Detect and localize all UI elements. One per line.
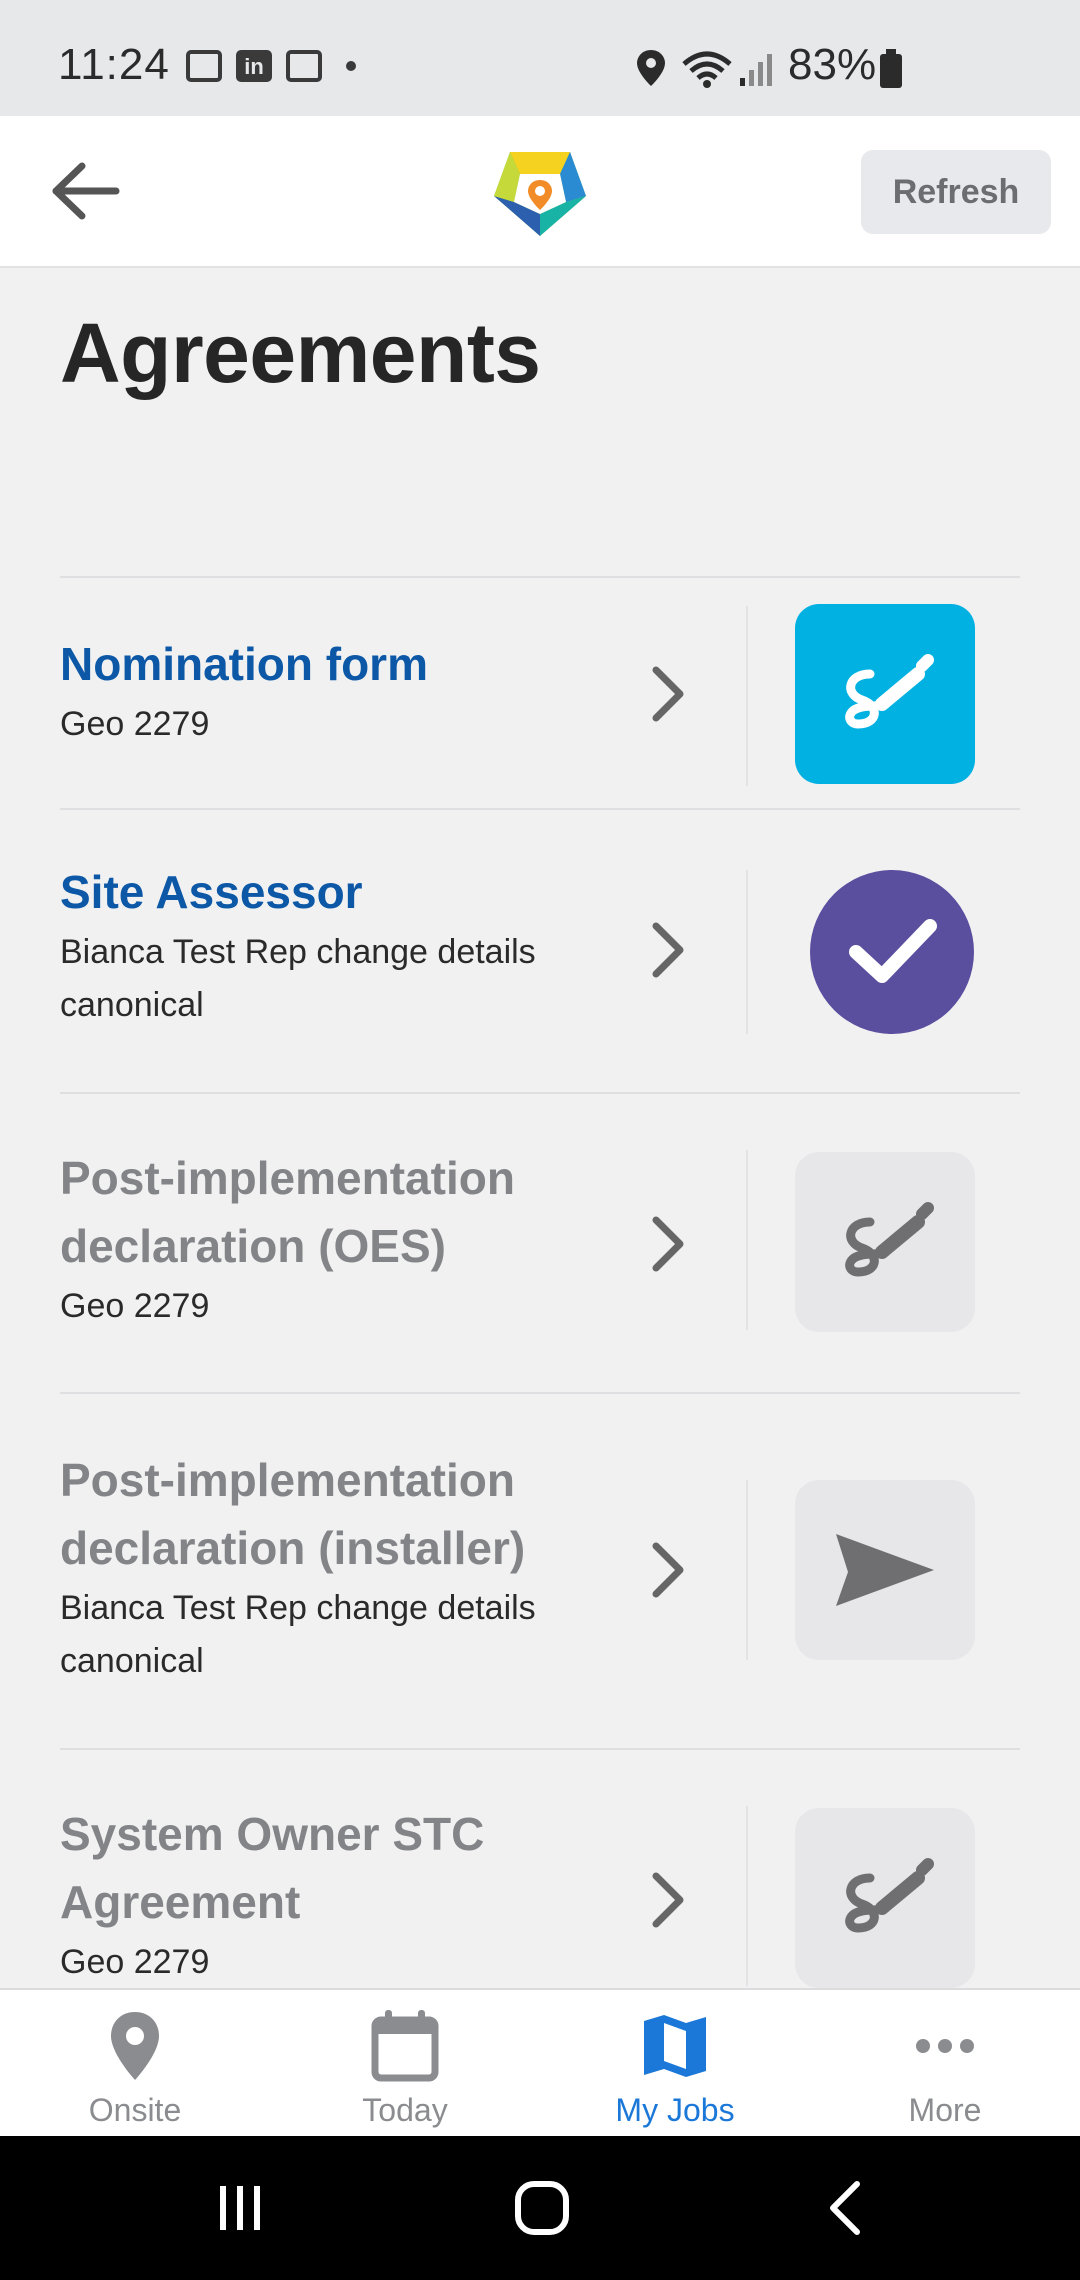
chevron-right-icon[interactable]	[646, 1214, 690, 1274]
agreement-text: Post-implementation declaration (install…	[60, 1446, 620, 1688]
nav-label: Onsite	[88, 2092, 182, 2128]
status-time: 11:24	[58, 40, 170, 89]
sign-button[interactable]	[795, 1152, 975, 1332]
linkedin-icon: in	[236, 50, 272, 82]
nav-label: More	[908, 2092, 982, 2128]
agreement-text: Site Assessor Bianca Test Rep change det…	[60, 858, 620, 1032]
vertical-separator	[746, 1150, 748, 1330]
back-button[interactable]	[46, 156, 126, 226]
nav-label: My Jobs	[615, 2092, 735, 2128]
battery-percentage: 83%	[788, 40, 877, 89]
chevron-left-icon	[830, 2181, 860, 2235]
chevron-right-icon[interactable]	[646, 920, 690, 980]
chevron-right-icon[interactable]	[646, 1540, 690, 1600]
agreement-subtitle: Geo 2279	[60, 705, 210, 743]
home-button[interactable]	[502, 2170, 582, 2246]
sign-button[interactable]	[795, 1808, 975, 1988]
recent-apps-button[interactable]	[200, 2170, 280, 2246]
app-logo	[490, 144, 590, 240]
agreement-text: Nomination form Geo 2279	[60, 630, 620, 751]
vertical-separator	[746, 606, 748, 786]
agreement-title: Post-implementation declaration (OES)	[60, 1152, 515, 1272]
app-header: Refresh	[0, 116, 1080, 268]
wifi-icon	[682, 51, 732, 88]
agreements-screen: 11:24 in 83% Refresh Agreements Nominati…	[0, 0, 1080, 2280]
status-bar: 11:24 in 83%	[0, 0, 1080, 116]
agreement-text: Post-implementation declaration (OES) Ge…	[60, 1144, 620, 1333]
nav-my-jobs[interactable]: My Jobs	[540, 1990, 810, 2138]
nav-label: Today	[362, 2092, 448, 2128]
bottom-navigation: Onsite Today My Jobs More	[0, 1988, 1080, 2136]
chevron-right-icon[interactable]	[646, 1870, 690, 1930]
signal-icon	[740, 54, 772, 86]
sign-icon	[845, 1858, 934, 1933]
calendar-icon	[365, 2006, 445, 2086]
agreement-title: Site Assessor	[60, 866, 363, 918]
agreement-subtitle: Bianca Test Rep change details canonical	[60, 1589, 536, 1680]
nav-today[interactable]: Today	[270, 1990, 540, 2138]
sign-button[interactable]	[795, 604, 975, 784]
more-dots-icon	[905, 2006, 985, 2086]
completed-check-button[interactable]	[810, 870, 974, 1034]
app-logo-icon	[494, 152, 586, 236]
agreement-subtitle: Geo 2279	[60, 1287, 210, 1325]
sign-icon	[845, 654, 934, 729]
system-navigation-bar	[0, 2136, 1080, 2280]
agreements-list: Nomination form Geo 2279 Site Assessor B…	[60, 576, 1020, 2050]
notification-icons: in	[186, 50, 356, 82]
vertical-separator	[746, 1480, 748, 1660]
chevron-right-icon[interactable]	[646, 664, 690, 724]
send-button[interactable]	[795, 1480, 975, 1660]
outlook-icon	[186, 50, 222, 82]
system-back-button[interactable]	[806, 2170, 886, 2246]
recent-apps-icon	[220, 2186, 260, 2230]
vertical-separator	[746, 1806, 748, 1986]
location-icon	[637, 50, 665, 86]
sign-icon	[845, 1202, 934, 1277]
agreement-title: Post-implementation declaration (install…	[60, 1454, 526, 1574]
agreement-subtitle: Geo 2279	[60, 1943, 210, 1981]
vertical-separator	[746, 870, 748, 1034]
agreement-text: System Owner STC Agreement Geo 2279	[60, 1800, 620, 1989]
outlook-icon	[286, 50, 322, 82]
agreement-title: System Owner STC Agreement	[60, 1808, 485, 1928]
agreement-row-post-implementation-oes[interactable]: Post-implementation declaration (OES) Ge…	[60, 1094, 1020, 1392]
send-icon	[836, 1534, 934, 1606]
arrow-left-icon	[52, 162, 120, 220]
nav-more[interactable]: More	[810, 1990, 1080, 2138]
agreement-row-site-assessor[interactable]: Site Assessor Bianca Test Rep change det…	[60, 810, 1020, 1092]
refresh-button[interactable]: Refresh	[861, 150, 1051, 234]
agreement-row-post-implementation-installer[interactable]: Post-implementation declaration (install…	[60, 1394, 1020, 1748]
map-icon	[635, 2006, 715, 2086]
more-notifications-dot-icon	[346, 61, 356, 71]
agreement-subtitle: Bianca Test Rep change details canonical	[60, 933, 536, 1024]
agreement-title: Nomination form	[60, 638, 428, 690]
check-icon	[849, 919, 937, 983]
location-pin-icon	[95, 2006, 175, 2086]
home-icon	[515, 2181, 569, 2235]
battery-icon	[880, 49, 902, 88]
nav-onsite[interactable]: Onsite	[0, 1990, 270, 2138]
agreement-row-nomination-form[interactable]: Nomination form Geo 2279	[60, 578, 1020, 808]
page-title: Agreements	[60, 306, 541, 400]
